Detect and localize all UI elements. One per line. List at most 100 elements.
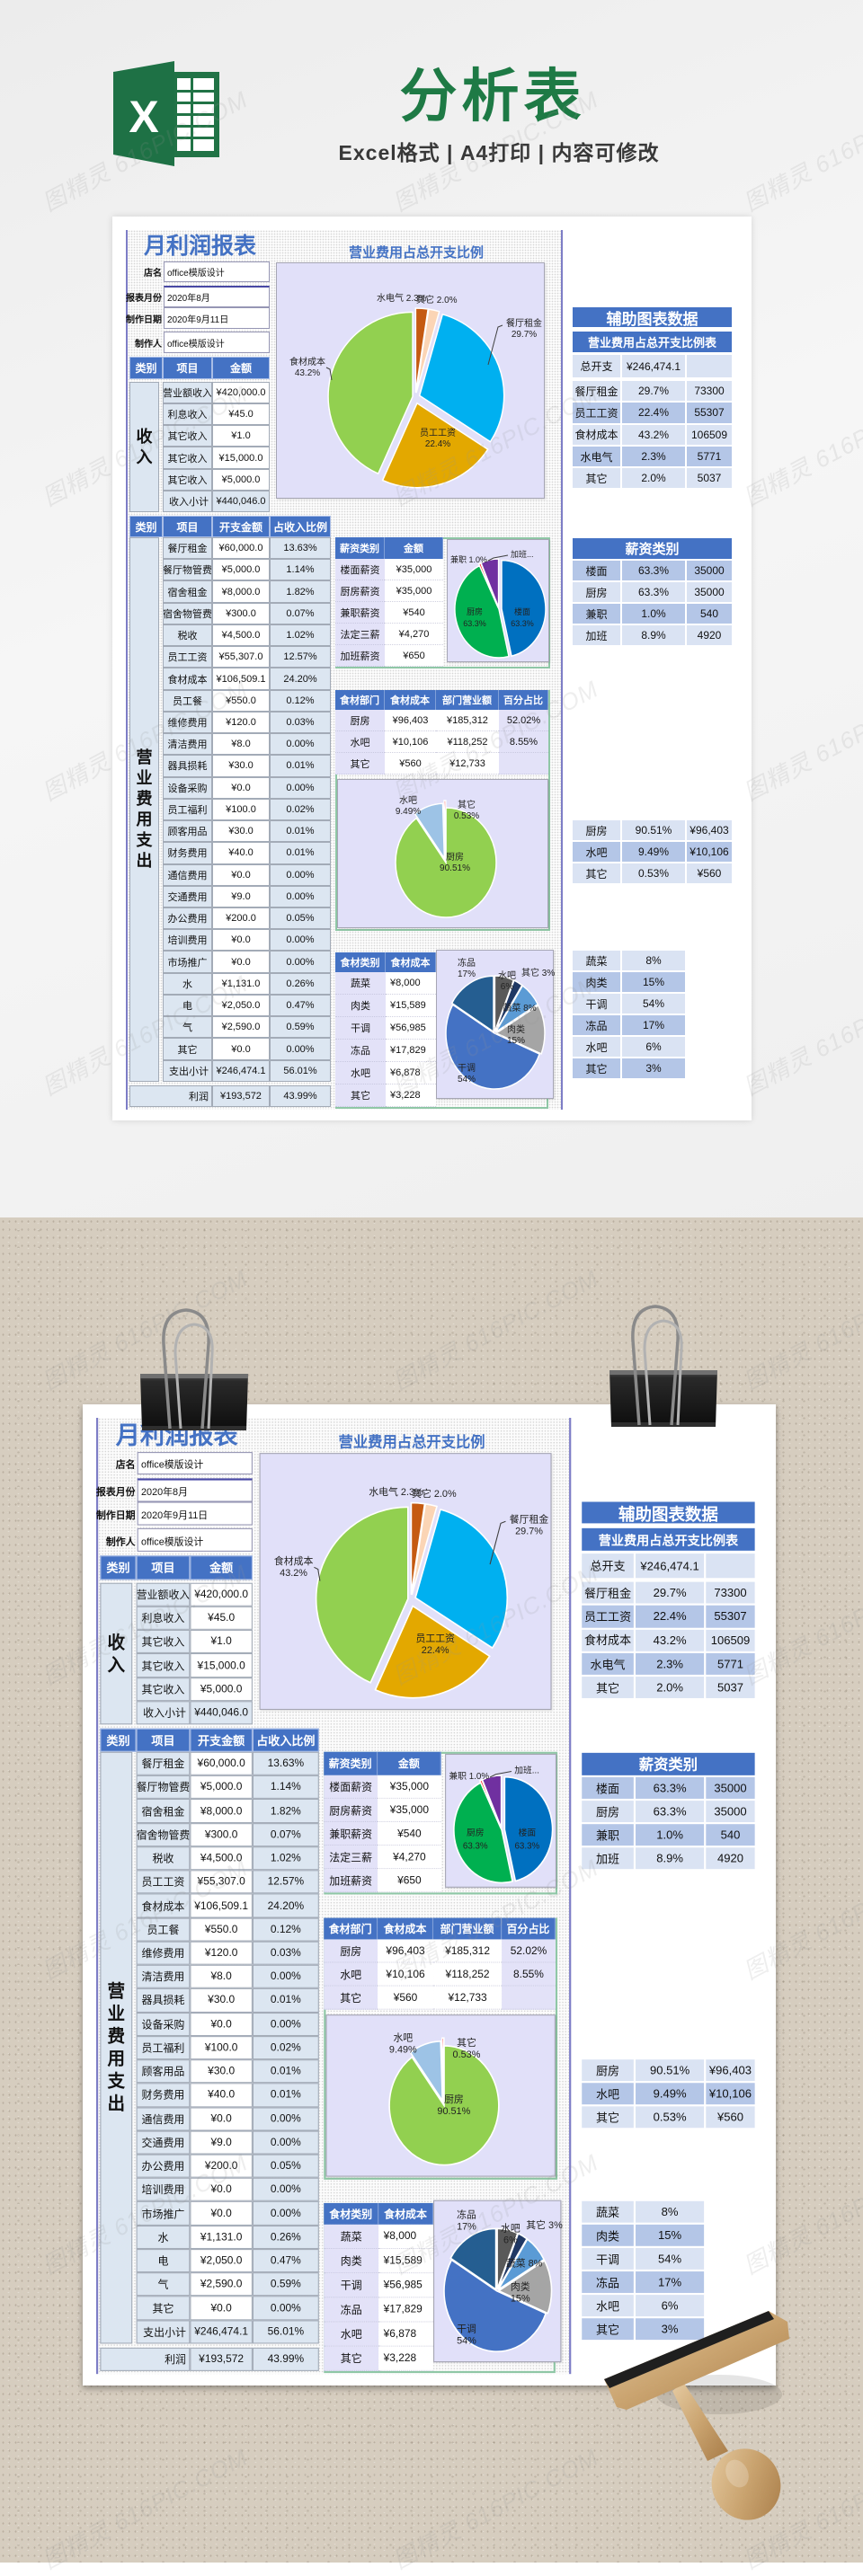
income-item: 其它收入 [136,1653,191,1677]
food-dept-ratio [502,1986,556,2010]
aux-value: ¥560 [687,863,732,883]
aux-pct: 15% [636,2224,705,2246]
expense-ratio: 0.00% [270,776,331,799]
aux-name: 员工工资 [582,1606,634,1628]
header-category: 类别 [129,357,163,379]
expense-amount: ¥30.0 [212,820,270,843]
label-frozen: 冻品 17% [458,959,476,980]
income-item: 其它收入 [163,425,212,447]
salary-row: 法定三薪 ¥4,270 [335,624,443,645]
expense-amount: ¥0.0 [190,2012,253,2036]
aux-name: 蔬菜 [573,951,620,970]
expense-item: 气 [136,2272,191,2297]
expense-amount: ¥5,000.0 [190,1775,253,1800]
label-name: 厨房 [445,853,464,863]
income-row: 营业额收入 ¥420,000.0 [163,382,270,404]
expense-item: 税收 [163,624,212,647]
aux-name: 水吧 [573,842,620,862]
income-rows: 营业额收入 ¥420,000.0 利息收入 ¥45.0 其它收入 ¥1.0 其它收入 ¥15,… [163,382,270,491]
expense-row: 水 ¥1,131.0 0.26% [163,972,331,995]
expense-row: 餐厅物管费 ¥5,000.0 1.14% [136,1775,319,1800]
label-value: 15% [510,2294,530,2305]
salary-type: 厨房薪资 [324,1798,378,1823]
expense-amount: ¥30.0 [190,1988,253,2013]
expense-ratio: 0.01% [270,820,331,843]
expense-amount: ¥120.0 [190,1941,253,1965]
salary-rows: 楼面薪资 ¥35,000 厨房薪资 ¥35,000 兼职薪资 ¥540 法定三薪 ¥4,270… [335,559,443,667]
expense-item: 食材成本 [136,1893,191,1918]
aux-value: ¥10,106 [687,842,732,862]
label-value: 63.3% [511,619,534,628]
expense-ratio: 0.00% [270,951,331,973]
aux-salary-title: 薪资类别 [573,538,732,559]
expense-amount: ¥0.0 [212,929,270,952]
food-category-row: 肉类 ¥15,589 [324,2249,434,2274]
income-subtotal-amount: ¥440,046.0 [190,1701,253,1725]
aux-name: 干调 [573,994,620,1014]
label-name: 蔬菜 [503,1004,521,1014]
expense-row: 员工福利 ¥100.0 0.02% [136,2035,319,2060]
food-category-cost: ¥3,228 [386,1084,436,1107]
profit-amount: ¥193,572 [190,2347,253,2371]
profit-label: 利润 [100,2347,191,2371]
expense-row: 餐厅物管费 ¥5,000.0 1.14% [163,559,331,581]
expense-amount: ¥5,000.0 [212,559,270,581]
created-date-field: 2020年9月11日 [164,307,270,329]
income-subtotal-row: 收入小计 ¥440,046.0 [163,491,270,512]
label-other: 其它 2.0% [416,296,458,306]
salary-row: 兼职薪资 ¥540 [335,602,443,624]
report-month-field: 2020年8月 [164,286,270,307]
label-name: 其它 [412,1489,432,1500]
food-dept-ratio: 8.55% [502,1962,556,1987]
aux-pct: 1.0% [636,1824,705,1846]
expense-row: 交通费用 ¥9.0 0.00% [136,2130,319,2155]
expense-item: 餐厅租金 [163,537,212,560]
label-bar: 水吧 6% [501,2224,520,2247]
food-category-name: 水吧 [324,2322,379,2347]
aux-pct: 2.0% [622,468,685,489]
salary-type: 加班薪资 [324,1869,378,1893]
label-name: 水电气 [377,294,404,304]
aux-pct: 6% [622,1037,685,1057]
profit-ratio: 43.99% [270,1085,331,1107]
expense-amount: ¥0.0 [212,951,270,973]
expense-ratio: 1.02% [252,1846,319,1871]
food-category-row: 其它 ¥3,228 [335,1084,436,1107]
header-amount: 金额 [190,1555,253,1580]
income-item: 营业额收入 [163,382,212,404]
label-name: 肉类 [506,1025,525,1035]
food-dept-name: 水吧 [324,1962,378,1987]
salary-amount: ¥540 [378,1822,441,1846]
expense-ratio: 0.26% [270,972,331,995]
aux-total-extra [706,1554,755,1579]
food-dept-cost: ¥10,106 [385,731,436,753]
aux-food-category-rows: 蔬菜 8% 肉类 15% 干调 54% 冻品 17% 水吧 6% 其它 3% [573,951,685,1080]
expense-ratio: 0.03% [270,711,331,734]
salary-row: 楼面薪资 ¥35,000 [324,1775,441,1799]
aux-expense-ratio-row: 员工工资 22.4% 55307 [582,1606,755,1628]
expense-row: 员工餐 ¥550.0 0.12% [136,1917,319,1942]
expense-share-chart-title: 营业费用占总开支比例 [338,1434,485,1451]
expense-ratio: 0.00% [252,2012,319,2036]
label-value: 8% [528,2258,543,2270]
label-name: 其它 [521,969,539,978]
aux-value: 35000 [687,561,732,580]
expense-row: 设备采购 ¥0.0 0.00% [136,2012,319,2036]
label-other: 其它 3% [521,969,555,979]
store-name-field: office模版设计 [164,261,270,282]
aux-name: 餐厅租金 [582,1581,634,1604]
label-food-cost: 食材成本 43.2% [289,358,325,379]
header-food-category: 食材类别 [324,2202,379,2225]
expense-row: 财务费用 ¥40.0 0.01% [136,2083,319,2107]
header-item: 项目 [163,516,212,537]
expense-row: 市场推广 ¥0.0 0.00% [136,2201,319,2226]
aux-pct: 8% [636,2200,705,2223]
store-name-label: 店名 [144,269,162,279]
expense-ratio: 0.00% [270,863,331,886]
expense-ratio: 0.02% [270,798,331,821]
expense-ratio: 0.00% [252,2106,319,2131]
profit-row: 利润 ¥193,572 43.99% [100,2347,319,2371]
report-preview-card: 月利润报表 店名 office模版设计 报表月份 2020年8月 制作日期 20… [112,217,752,1120]
expense-item: 器具损耗 [163,755,212,777]
expense-row: 餐厅租金 ¥60,000.0 13.63% [136,1751,319,1776]
